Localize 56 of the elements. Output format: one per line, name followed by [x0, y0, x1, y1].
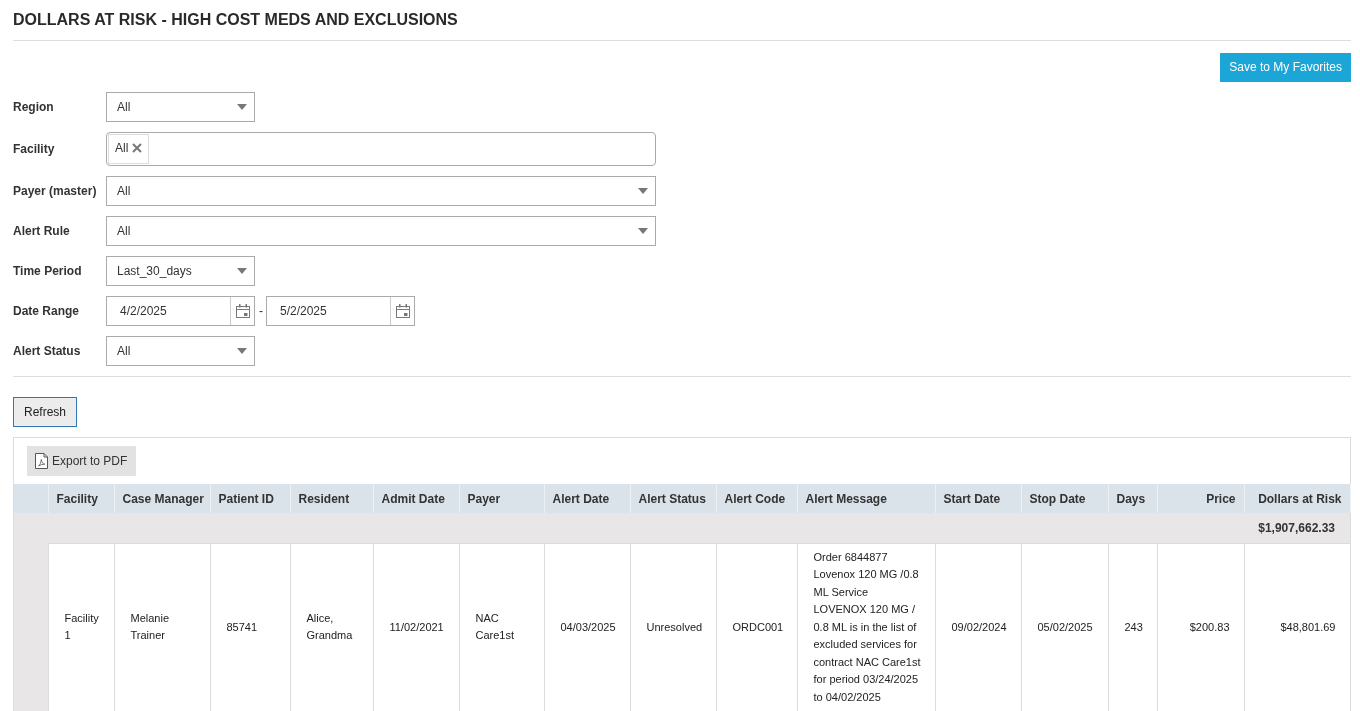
column-header: Case Manager: [114, 484, 210, 513]
column-header: Stop Date: [1021, 484, 1108, 513]
caret-icon: [237, 104, 247, 110]
table-cell: 04/03/2025: [544, 543, 630, 711]
refresh-button[interactable]: Refresh: [13, 397, 77, 427]
table-cell: $48,801.69: [1244, 543, 1350, 711]
table-cell: 05/02/2025: [1021, 543, 1108, 711]
table-cell: 85741: [210, 543, 290, 711]
remove-icon[interactable]: [132, 142, 143, 153]
caret-icon: [638, 228, 648, 234]
caret-icon: [638, 188, 648, 194]
filter-label: Alert Status: [13, 343, 82, 360]
filter-label: Region: [13, 99, 55, 116]
select-field[interactable]: All: [106, 336, 255, 366]
table-cell: NAC Care1st: [459, 543, 544, 711]
filter-label: Facility: [13, 141, 56, 158]
column-header: Dollars at Risk: [1244, 484, 1350, 513]
table-cell: Facility 1: [48, 543, 114, 711]
filter-label: Payer (master): [13, 183, 98, 200]
table-cell: ORDC001: [716, 543, 797, 711]
table-cell: Unresolved: [630, 543, 716, 711]
page-title: DOLLARS AT RISK - HIGH COST MEDS AND EXCLUSIONS: [13, 10, 459, 30]
column-header: Facility: [48, 484, 114, 513]
total-cell: $1,907,662.33: [1244, 513, 1350, 543]
range-separator: -: [258, 303, 264, 320]
select-field[interactable]: Last_30_days: [106, 256, 255, 286]
caret-icon: [237, 268, 247, 274]
column-header: Patient ID: [210, 484, 290, 513]
column-header: Alert Code: [716, 484, 797, 513]
table-cell: Alice, Grandma: [290, 543, 373, 711]
table-cell: 11/02/2021: [373, 543, 459, 711]
filter-label: Time Period: [13, 263, 83, 280]
filter-label: Date Range: [13, 303, 81, 320]
column-header: Alert Message: [797, 484, 935, 513]
column-header: Alert Date: [544, 484, 630, 513]
table-cell: $200.83: [1157, 543, 1244, 711]
table-cell: 09/02/2024: [935, 543, 1021, 711]
column-header: Payer: [459, 484, 544, 513]
column-header: Days: [1108, 484, 1157, 513]
column-header: Start Date: [935, 484, 1021, 513]
column-header: Price: [1157, 484, 1244, 513]
table-cell: 243: [1108, 543, 1157, 711]
select-field[interactable]: All: [106, 92, 255, 122]
document-icon: [35, 453, 48, 469]
column-header: Admit Date: [373, 484, 459, 513]
selected-tag[interactable]: All: [108, 134, 150, 164]
multiselect-field[interactable]: All: [106, 132, 656, 166]
column-header: Resident: [290, 484, 373, 513]
filter-label: Alert Rule: [13, 223, 71, 240]
export-pdf-button[interactable]: Export to PDF: [27, 446, 137, 476]
table-cell: Order 6844877 Lovenox 120 MG /0.8 ML Service LOVENOX 120 MG / 0.8 ML is in the list of excluded services for contract NAC Care1st for period 03/24/2025 to 04/02/2025: [797, 543, 935, 711]
table-cell: Melanie Trainer: [114, 543, 210, 711]
select-field[interactable]: All: [106, 176, 656, 206]
select-field[interactable]: All: [106, 216, 656, 246]
caret-icon: [237, 348, 247, 354]
column-header: Alert Status: [630, 484, 716, 513]
